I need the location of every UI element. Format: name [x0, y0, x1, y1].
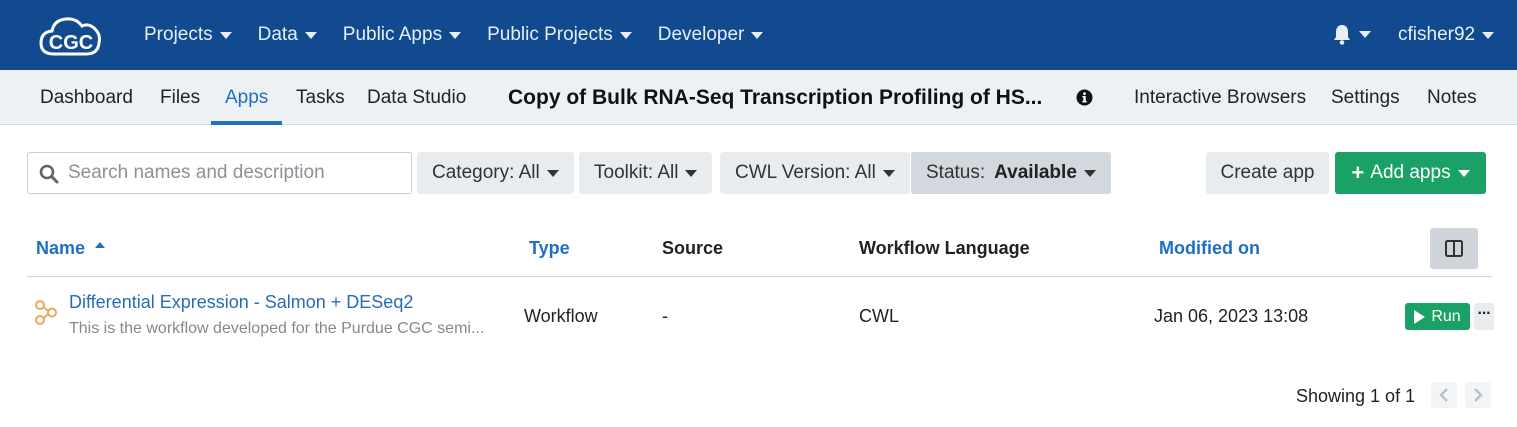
- create-app-button[interactable]: Create app: [1206, 152, 1329, 194]
- chevron-down-icon: [1457, 169, 1470, 177]
- tab-data-studio[interactable]: Data Studio: [367, 70, 466, 125]
- app-type: Workflow: [524, 306, 598, 326]
- menu-public-apps[interactable]: Public Apps: [342, 24, 462, 46]
- workflow-icon: [35, 300, 57, 325]
- tab-files[interactable]: Files: [160, 70, 200, 125]
- chevron-down-icon: [546, 169, 559, 177]
- chevron-down-icon: [304, 31, 317, 39]
- chevron-down-icon: [1083, 169, 1096, 177]
- username: cfisher92: [1398, 24, 1476, 45]
- menu-public-projects-label: Public Projects: [487, 24, 613, 45]
- app-workflow-language: CWL: [859, 306, 899, 326]
- chevron-down-icon: [685, 169, 698, 177]
- menu-developer-label: Developer: [657, 24, 745, 45]
- info-icon[interactable]: [1076, 89, 1093, 106]
- run-label: Run: [1431, 307, 1461, 325]
- tab-notes[interactable]: Notes: [1427, 70, 1477, 125]
- tab-apps[interactable]: Apps: [225, 70, 268, 125]
- user-menu[interactable]: cfisher92: [1398, 24, 1495, 46]
- column-header-name-label: Name: [36, 238, 86, 258]
- table-header-divider: [27, 276, 1492, 277]
- app-name-link[interactable]: Differential Expression - Salmon + DESeq…: [69, 292, 413, 313]
- menu-projects-label: Projects: [144, 24, 213, 45]
- status-filter-label: Status:: [926, 162, 986, 183]
- status-filter-value: Available: [994, 162, 1077, 183]
- menu-developer[interactable]: Developer: [658, 24, 764, 46]
- menu-projects[interactable]: Projects: [144, 24, 232, 46]
- add-apps-label: Add apps: [1370, 162, 1451, 183]
- column-layout-toggle[interactable]: [1430, 228, 1478, 269]
- toolkit-filter-label: Toolkit: All: [594, 162, 679, 183]
- cwl-version-filter-label: CWL Version: All: [735, 162, 876, 183]
- menu-data[interactable]: Data: [258, 24, 317, 46]
- app-modified-on: Jan 06, 2023 13:08: [1154, 306, 1309, 326]
- previous-page-button[interactable]: [1431, 382, 1457, 408]
- chevron-down-icon: [1482, 31, 1495, 39]
- project-title: Copy of Bulk RNA-Seq Transcription Profi…: [508, 86, 1043, 109]
- category-filter-label: Category: All: [432, 162, 540, 183]
- plus-icon: +: [1351, 160, 1365, 185]
- menu-data-label: Data: [257, 24, 298, 45]
- cwl-version-filter[interactable]: CWL Version: All: [720, 152, 910, 194]
- create-app-label: Create app: [1220, 162, 1315, 183]
- column-header-source: Source: [662, 238, 724, 258]
- column-header-workflow-language: Workflow Language: [859, 238, 1030, 258]
- more-actions-button[interactable]: ···: [1474, 303, 1494, 330]
- chevron-down-icon: [882, 169, 895, 177]
- category-filter[interactable]: Category: All: [417, 152, 574, 194]
- tab-dashboard[interactable]: Dashboard: [40, 70, 133, 125]
- chevron-right-icon: [1474, 388, 1483, 402]
- app-source: -: [662, 306, 668, 326]
- active-tab-indicator: [211, 121, 282, 125]
- column-header-type[interactable]: Type: [529, 238, 570, 259]
- play-icon: [1414, 309, 1426, 324]
- tab-tasks[interactable]: Tasks: [296, 70, 345, 125]
- cgc-logo-icon[interactable]: CGC: [38, 14, 104, 58]
- chevron-left-icon: [1439, 388, 1448, 402]
- search-input[interactable]: [68, 153, 403, 193]
- chevron-down-icon: [1359, 31, 1371, 38]
- chevron-down-icon: [219, 31, 232, 39]
- columns-icon: [1445, 240, 1463, 257]
- notifications-button[interactable]: [1332, 24, 1371, 45]
- next-page-button[interactable]: [1465, 382, 1491, 408]
- top-menu: Projects Data Public Apps Public Project…: [144, 0, 789, 70]
- menu-public-projects[interactable]: Public Projects: [487, 24, 632, 46]
- pagination-status: Showing 1 of 1: [1296, 386, 1416, 406]
- chevron-down-icon: [751, 31, 764, 39]
- top-navbar: CGC Projects Data Public Apps Public Pro…: [0, 0, 1517, 70]
- toolkit-filter[interactable]: Toolkit: All: [579, 152, 713, 194]
- bell-icon: [1334, 25, 1350, 45]
- search-icon: [39, 164, 59, 184]
- sort-ascending-icon: [95, 242, 106, 248]
- search-box: [27, 152, 412, 194]
- tab-interactive-browsers[interactable]: Interactive Browsers: [1134, 70, 1306, 125]
- project-navbar: Dashboard Files Apps Tasks Data Studio C…: [0, 70, 1517, 125]
- app-description: This is the workflow developed for the P…: [69, 320, 485, 337]
- chevron-down-icon: [449, 31, 462, 39]
- add-apps-button[interactable]: + Add apps: [1335, 152, 1486, 194]
- tab-settings[interactable]: Settings: [1331, 70, 1400, 125]
- run-button[interactable]: Run: [1405, 303, 1470, 330]
- status-filter[interactable]: Status: Available: [911, 152, 1111, 194]
- column-header-name[interactable]: Name: [36, 238, 106, 259]
- menu-public-apps-label: Public Apps: [342, 24, 443, 45]
- svg-text:CGC: CGC: [49, 32, 93, 54]
- chevron-down-icon: [619, 31, 632, 39]
- column-header-modified-on[interactable]: Modified on: [1159, 238, 1260, 259]
